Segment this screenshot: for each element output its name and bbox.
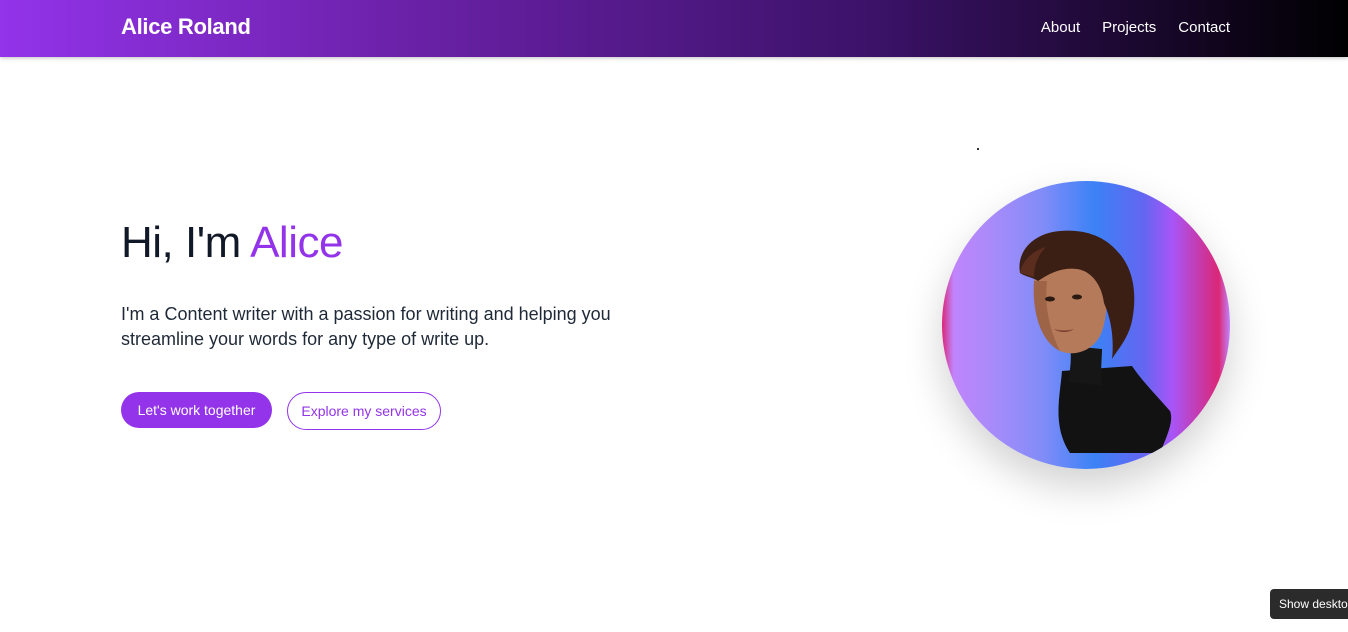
nav-link-contact[interactable]: Contact: [1178, 19, 1230, 36]
nav-links: About Projects Contact: [1041, 19, 1230, 36]
decorative-dot: [977, 148, 979, 150]
work-together-button[interactable]: Let's work together: [121, 392, 272, 428]
hero-title: Hi, I'm Alice: [121, 218, 343, 268]
explore-services-button[interactable]: Explore my services: [287, 392, 441, 430]
brand-logo[interactable]: Alice Roland: [121, 14, 251, 40]
hero-greeting: Hi, I'm: [121, 218, 251, 267]
show-desktop-tooltip: Show desktop: [1270, 589, 1348, 619]
nav-link-about[interactable]: About: [1041, 19, 1080, 36]
nav-link-projects[interactable]: Projects: [1102, 19, 1156, 36]
hero-name: Alice: [250, 218, 343, 267]
portrait-figure: [1019, 230, 1172, 453]
hero-description: I'm a Content writer with a passion for …: [121, 304, 611, 349]
profile-portrait: [942, 181, 1230, 469]
navbar: Alice Roland About Projects Contact: [0, 0, 1348, 57]
